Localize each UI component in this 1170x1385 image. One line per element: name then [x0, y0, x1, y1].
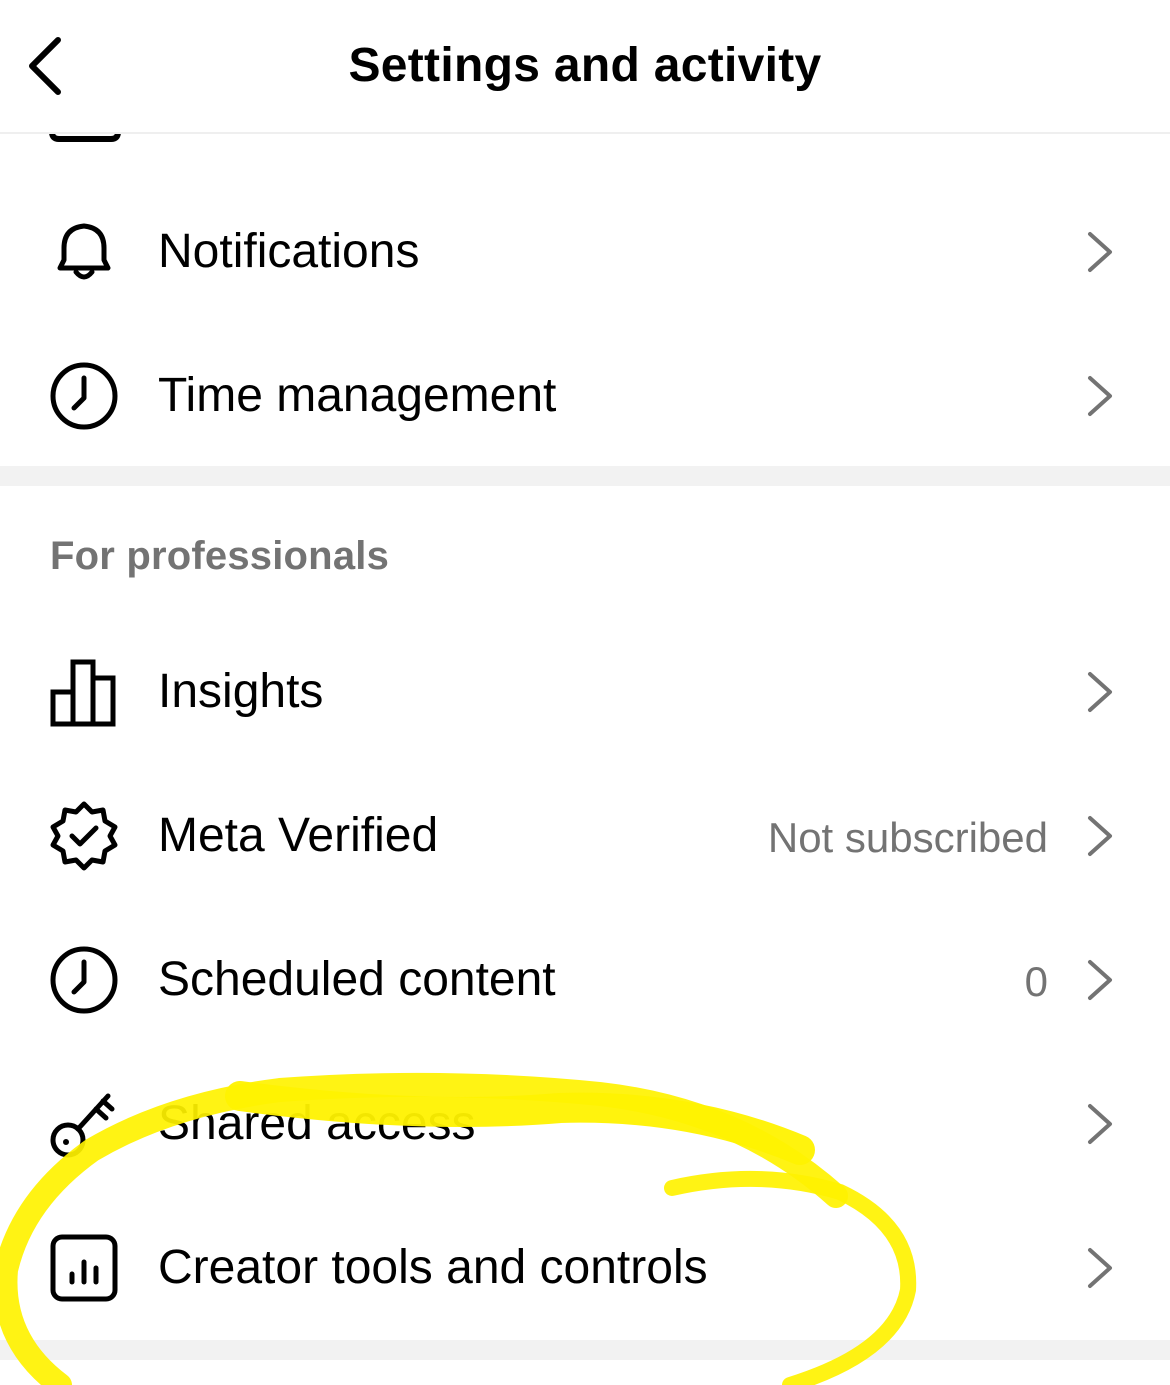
row-meta-verified[interactable]: Meta Verified Not subscribed [0, 764, 1170, 908]
header: Settings and activity [0, 0, 1170, 134]
chevron-right-icon [1088, 960, 1112, 1000]
row-label: Shared access [158, 1097, 476, 1150]
row-notifications[interactable]: Notifications [0, 180, 1170, 324]
bar-chart-icon [50, 659, 116, 727]
row-label: Insights [158, 665, 324, 718]
scheduled-count: 0 [1024, 958, 1048, 1005]
section-title: For professionals [50, 534, 390, 578]
row-label: Scheduled content [158, 953, 556, 1006]
bell-icon [57, 223, 111, 280]
row-shared-access[interactable]: Shared access [0, 1052, 1170, 1196]
row-label: Creator tools and controls [158, 1241, 708, 1294]
chevron-right-icon [1088, 232, 1112, 272]
chevron-right-icon [1088, 672, 1112, 712]
row-label: Time management [158, 369, 557, 422]
clock-icon [50, 362, 118, 430]
row-label: Meta Verified [158, 809, 439, 862]
row-creator-tools[interactable]: Creator tools and controls [0, 1196, 1170, 1340]
verified-badge-icon [50, 801, 118, 871]
chevron-right-icon [1088, 1248, 1112, 1288]
row-label: Notifications [158, 225, 420, 278]
chevron-right-icon [1088, 376, 1112, 416]
chevron-right-icon [1088, 816, 1112, 856]
row-insights[interactable]: Insights [0, 620, 1170, 764]
row-time-management[interactable]: Time management [0, 324, 1170, 468]
key-icon [50, 1093, 115, 1158]
row-scheduled-content[interactable]: Scheduled content 0 [0, 908, 1170, 1052]
section-divider [0, 1340, 1170, 1360]
clock-icon [50, 946, 118, 1014]
section-divider [0, 466, 1170, 486]
page-title: Settings and activity [348, 39, 822, 92]
creator-tools-icon [50, 1234, 118, 1302]
chevron-right-icon [1088, 1104, 1112, 1144]
subscription-status: Not subscribed [767, 814, 1048, 861]
